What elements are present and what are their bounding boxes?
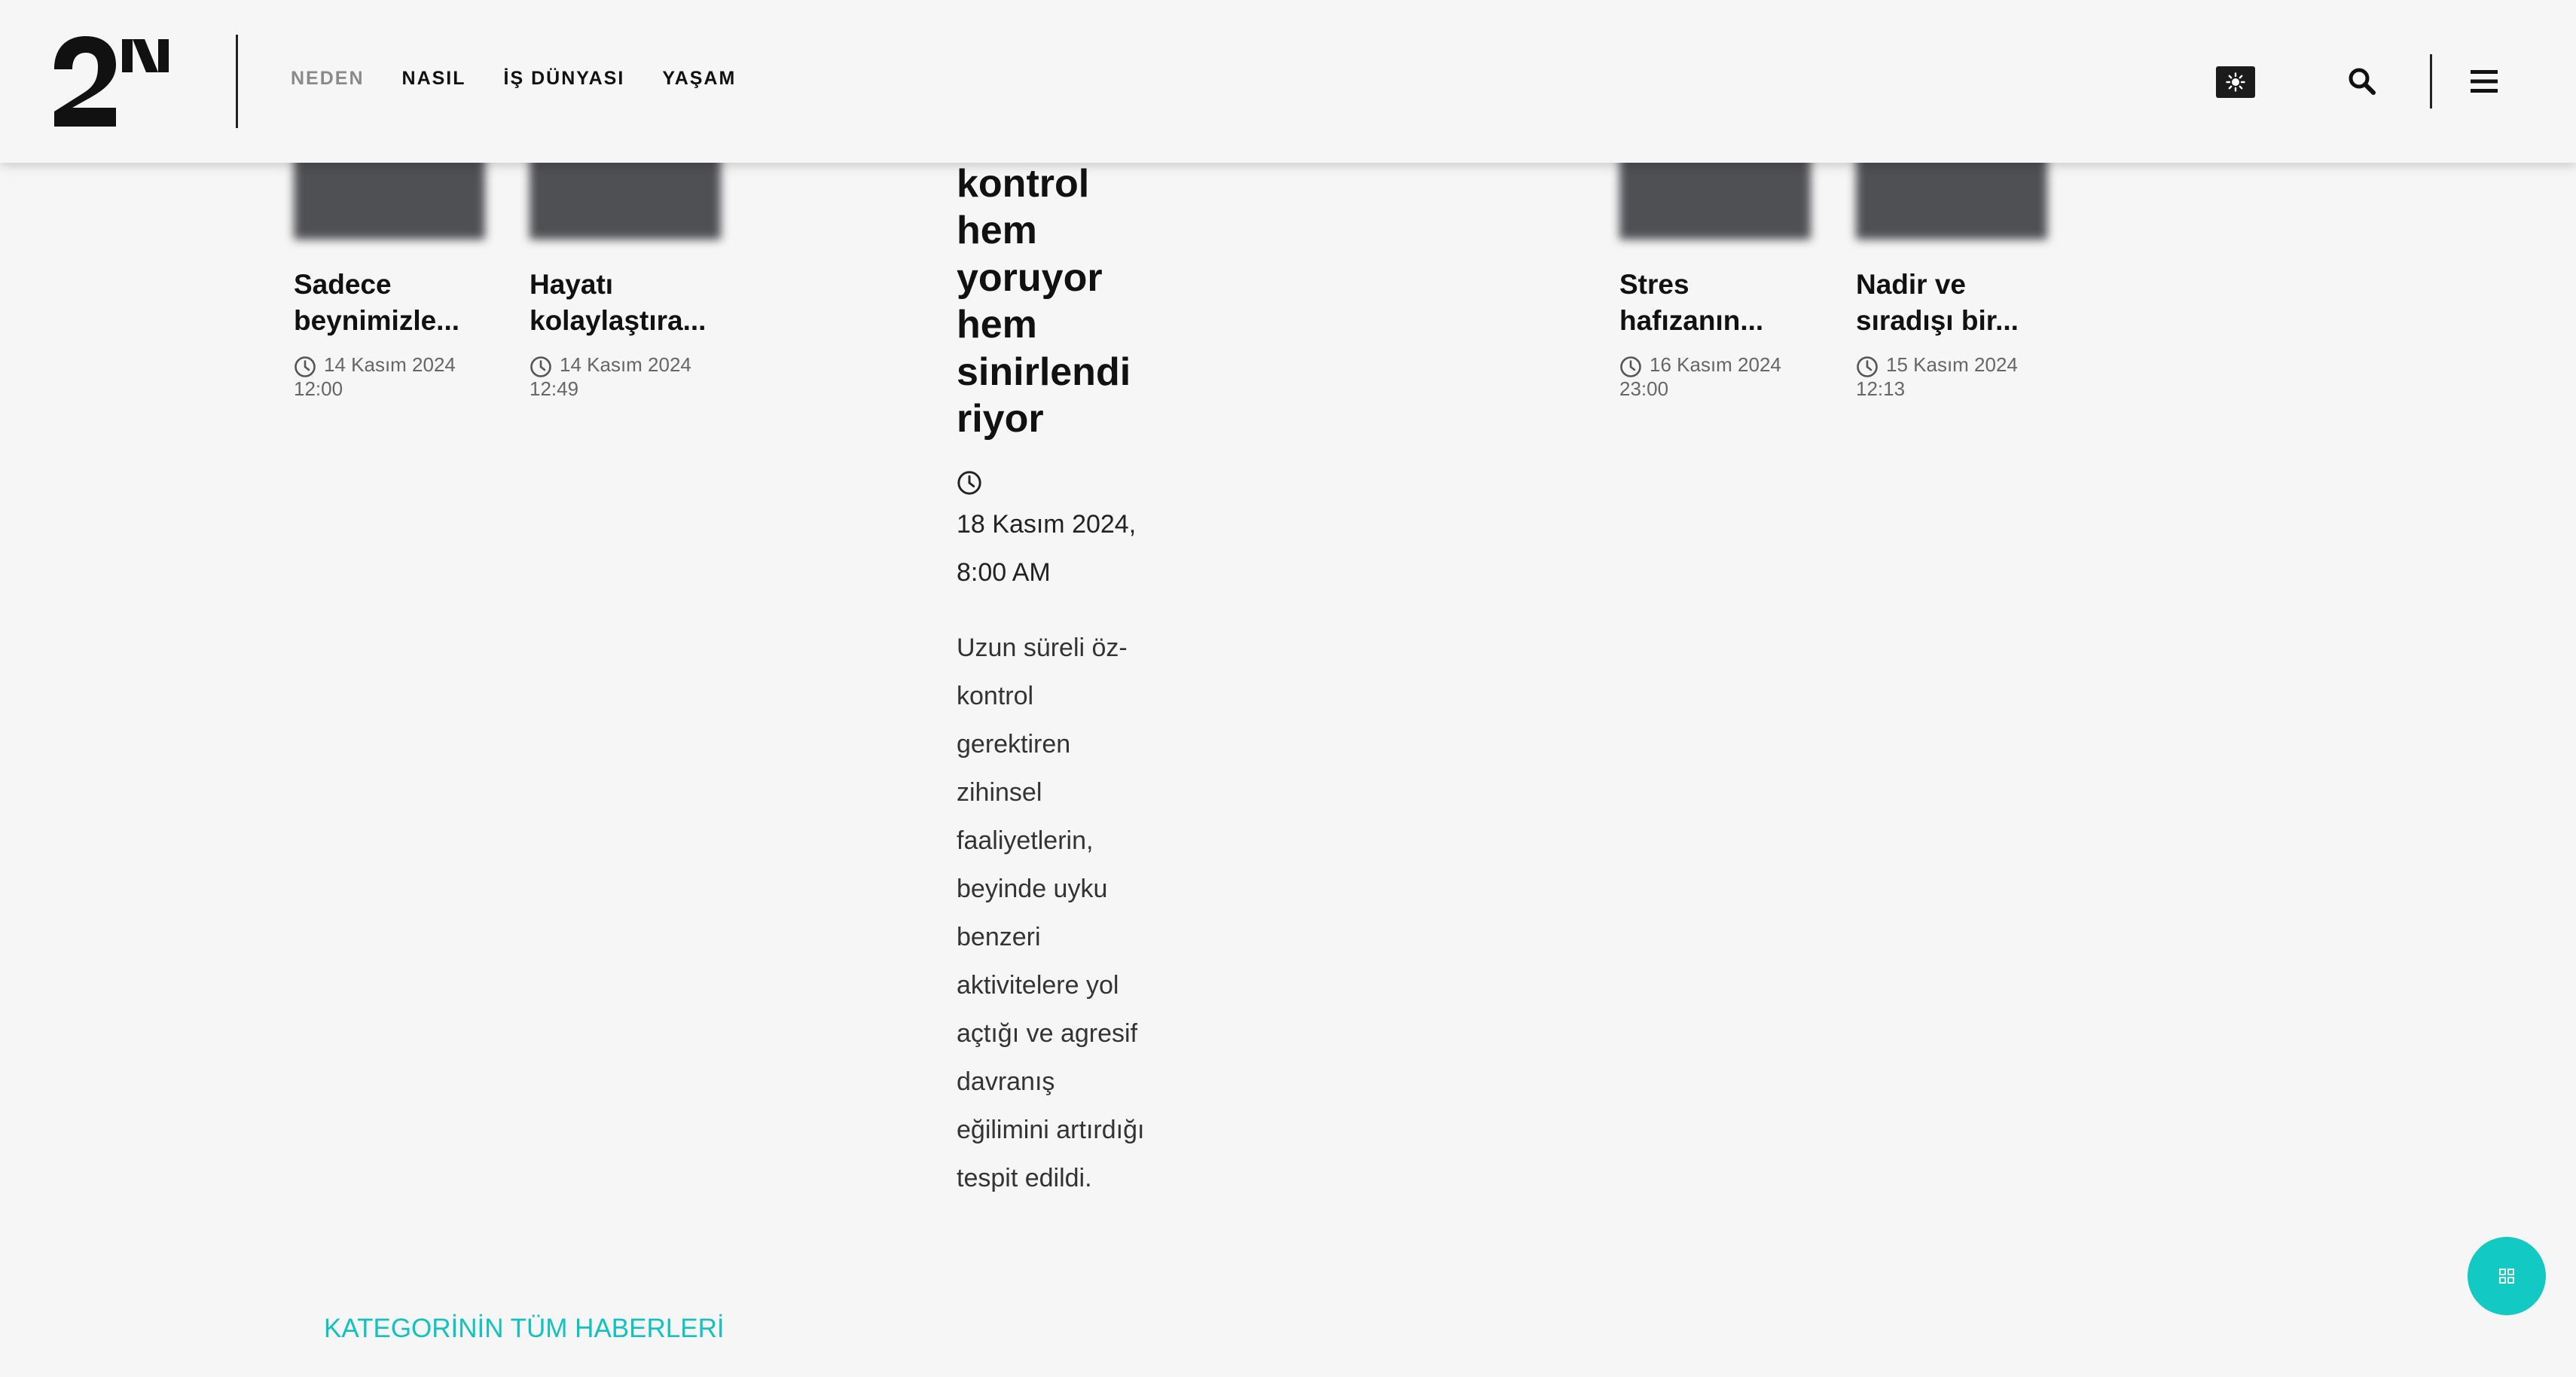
card-meta: 15 Kasım 2024 12:13	[1856, 353, 2052, 401]
card-title[interactable]: Hayatı kolaylaştıra...	[530, 267, 725, 339]
card-meta: 16 Kasım 2024 23:00	[1619, 353, 1815, 401]
nav-item-nasil[interactable]: NASIL	[402, 68, 466, 90]
news-card[interactable]: Hayatı kolaylaştıra... 14 Kasım 2024 12:…	[530, 267, 725, 401]
main-nav: NEDEN NASIL İŞ DÜNYASI YAŞAM	[291, 68, 736, 90]
site-header: NEDEN NASIL İŞ DÜNYASI YAŞAM	[0, 0, 2576, 163]
card-meta: 14 Kasım 2024 12:00	[294, 353, 490, 401]
qr-scan-icon	[2499, 1269, 2514, 1284]
card-title[interactable]: Sadece beynimizle...	[294, 267, 490, 339]
article-date: 18 Kasım 2024, 8:00 AM	[957, 509, 1137, 587]
news-card[interactable]: Nadir ve sıradışı bir... 15 Kasım 2024 1…	[1856, 267, 2052, 401]
clock-icon	[1857, 356, 1878, 377]
card-date: 15 Kasım 2024 12:13	[1856, 353, 2018, 400]
header-divider-right	[2430, 54, 2432, 108]
clock-icon	[530, 356, 551, 377]
featured-article[interactable]: öz kontrol hem yoruyor hem sinirlendi ri…	[957, 113, 1160, 1202]
clock-icon	[957, 470, 981, 495]
clock-icon	[1620, 356, 1641, 377]
floating-action-button[interactable]	[2468, 1237, 2546, 1315]
hamburger-menu-icon[interactable]	[2469, 68, 2499, 95]
card-date: 14 Kasım 2024 12:49	[530, 353, 691, 400]
site-logo[interactable]	[51, 33, 173, 130]
header-divider	[236, 35, 238, 128]
theme-toggle-button[interactable]	[2216, 66, 2255, 98]
article-summary: Uzun süreli öz- kontrol gerektiren zihin…	[957, 633, 1145, 1192]
nav-item-neden[interactable]: NEDEN	[291, 68, 365, 90]
card-title[interactable]: Stres hafızanın...	[1619, 267, 1815, 339]
news-card[interactable]: Stres hafızanın... 16 Kasım 2024 23:00	[1619, 267, 1815, 401]
search-icon[interactable]	[2347, 66, 2377, 96]
nav-item-is-dunyasi[interactable]: İŞ DÜNYASI	[504, 68, 625, 90]
nav-item-yasam[interactable]: YAŞAM	[662, 68, 736, 90]
category-all-news-link[interactable]: KATEGORİNİN TÜM HABERLERİ	[324, 1314, 725, 1344]
news-card[interactable]: Sadece beynimizle... 14 Kasım 2024 12:00	[294, 267, 490, 401]
sun-icon	[2226, 72, 2245, 92]
clock-icon	[295, 356, 316, 377]
card-title[interactable]: Nadir ve sıradışı bir...	[1856, 267, 2052, 339]
card-date: 16 Kasım 2024 23:00	[1619, 353, 1781, 400]
card-meta: 14 Kasım 2024 12:49	[530, 353, 725, 401]
card-date: 14 Kasım 2024 12:00	[294, 353, 456, 400]
